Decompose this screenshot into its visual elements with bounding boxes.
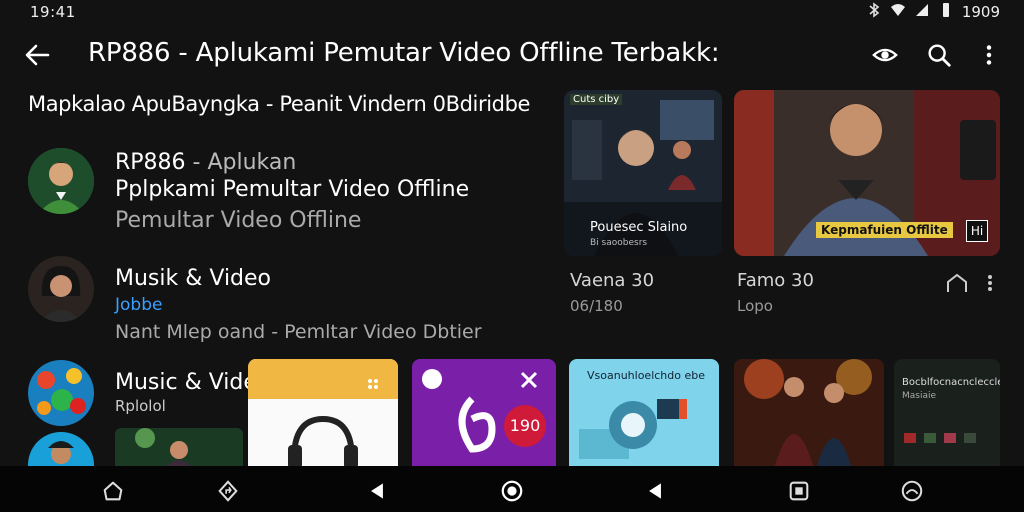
arrow-left-icon [25,44,50,66]
nav-recents-button[interactable] [786,478,812,504]
channel-avatar[interactable] [28,256,94,322]
battery-level: 1909 [961,3,1000,21]
person-photo-icon [28,148,94,214]
video-card-badge: Hi [966,220,988,242]
video-card-meta[interactable]: Famo 30 Lopo [737,270,814,315]
more-vertical-icon [988,275,992,291]
app-name-main: RP886 [115,150,186,175]
nav-back-button[interactable] [364,478,390,504]
back-triangle-icon [371,483,383,499]
video-card-title: Vaena 30 [570,270,655,291]
directions-icon [218,480,238,502]
thumb-label: Bocblfocnacncleccleu [902,377,1000,388]
system-nav-bar [0,466,1024,512]
nav-home-circle-button[interactable] [499,478,525,504]
back-triangle-icon [649,483,661,499]
status-bar: 19:41 1909 [0,0,1024,24]
nav-explore-button[interactable] [215,478,241,504]
concert-photo-icon [115,428,243,468]
video-thumbnail[interactable]: Vsoanuhloelchdo ebe [569,359,719,469]
video-card-tag: Cuts ciby [570,94,623,105]
nav-back-button-2[interactable] [642,478,668,504]
thumb-sub: Masiaie [902,391,937,401]
app-name: RP886 - Aplukan [115,150,469,175]
video-card[interactable]: Kepmafuien Offlite Hi [734,90,1000,256]
card-more-button[interactable] [980,272,1000,294]
colorful-collage-icon [28,360,94,426]
recents-icon [789,481,809,501]
nav-assistant-button[interactable] [899,478,925,504]
video-thumbnail[interactable] [734,359,884,469]
search-button[interactable] [924,40,954,70]
app-name-rest: - Aplukan [185,150,297,175]
back-button[interactable] [20,40,54,70]
battery-icon [938,2,954,22]
view-button[interactable] [870,40,900,70]
video-thumbnail[interactable] [115,428,243,468]
video-thumbnail[interactable]: 190 [412,359,556,469]
app-bar: RP886 - Aplukami Pemutar Video Offline T… [0,30,1024,80]
thumb-label: Vsoanuhloelchdo ebe [587,369,705,382]
section-subtitle: Mapkalao ApuBayngka - Peanit Vindern 0Bd… [28,92,531,116]
dark-ui-thumbnail-icon [894,359,1000,469]
page-title: RP886 - Aplukami Pemutar Video Offline T… [88,38,720,68]
status-icons: 1909 [866,2,1000,22]
video-card-sub: 06/180 [570,297,623,315]
music-video-row[interactable]: Musik & Video Jobbe Nant Mlep oand - Pem… [115,266,482,343]
assistant-icon [901,480,923,502]
music-video-tag: Jobbe [115,295,163,315]
thumb-badge: 190 [504,405,546,447]
video-thumbnail[interactable]: Bocblfocnacncleccleu Masiaie [894,359,1000,469]
wifi-icon [890,2,906,22]
home-circle-icon [501,480,523,502]
music-video-desc: Nant Mlep oand - Pemltar Video Dbtier [115,321,482,343]
band-photo-thumbnail-icon [734,359,884,469]
bluetooth-icon [866,2,882,22]
eye-icon [872,48,898,62]
headphones-thumbnail-icon [248,359,398,469]
video-card[interactable]: Cuts ciby Pouesec Slaino Bi saoobesrs [564,90,722,256]
video-card-title: Famo 30 [737,270,814,291]
video-card-overlay-sub: Bi saoobesrs [590,238,648,248]
app-category: Pemultar Video Offline [115,208,362,233]
video-thumbnail[interactable] [248,359,398,469]
card-home-button[interactable] [944,272,970,294]
music-video-title: Musik & Video [115,266,272,291]
video-card-sub: Lopo [737,297,773,315]
home-outline-icon [947,273,967,292]
more-options-button[interactable] [974,40,1004,70]
person-photo-icon [28,256,94,322]
nav-home-button[interactable] [100,478,126,504]
app-description: Pplpkami Pemultar Video Offline [115,177,470,202]
status-time: 19:41 [30,3,76,21]
app-info[interactable]: RP886 - Aplukan Pplpkami Pemultar Video … [115,150,469,233]
app-avatar[interactable] [28,148,94,214]
video-card-meta[interactable]: Vaena 30 06/180 [570,270,654,315]
signal-icon [914,2,930,22]
more-vertical-icon [986,45,992,65]
video-card-overlay: Pouesec Slaino [590,220,688,235]
home-icon [103,481,123,501]
playlist-avatar[interactable] [28,360,94,426]
search-icon [928,44,951,67]
video-card-overlay: Kepmafuien Offlite [816,222,953,238]
